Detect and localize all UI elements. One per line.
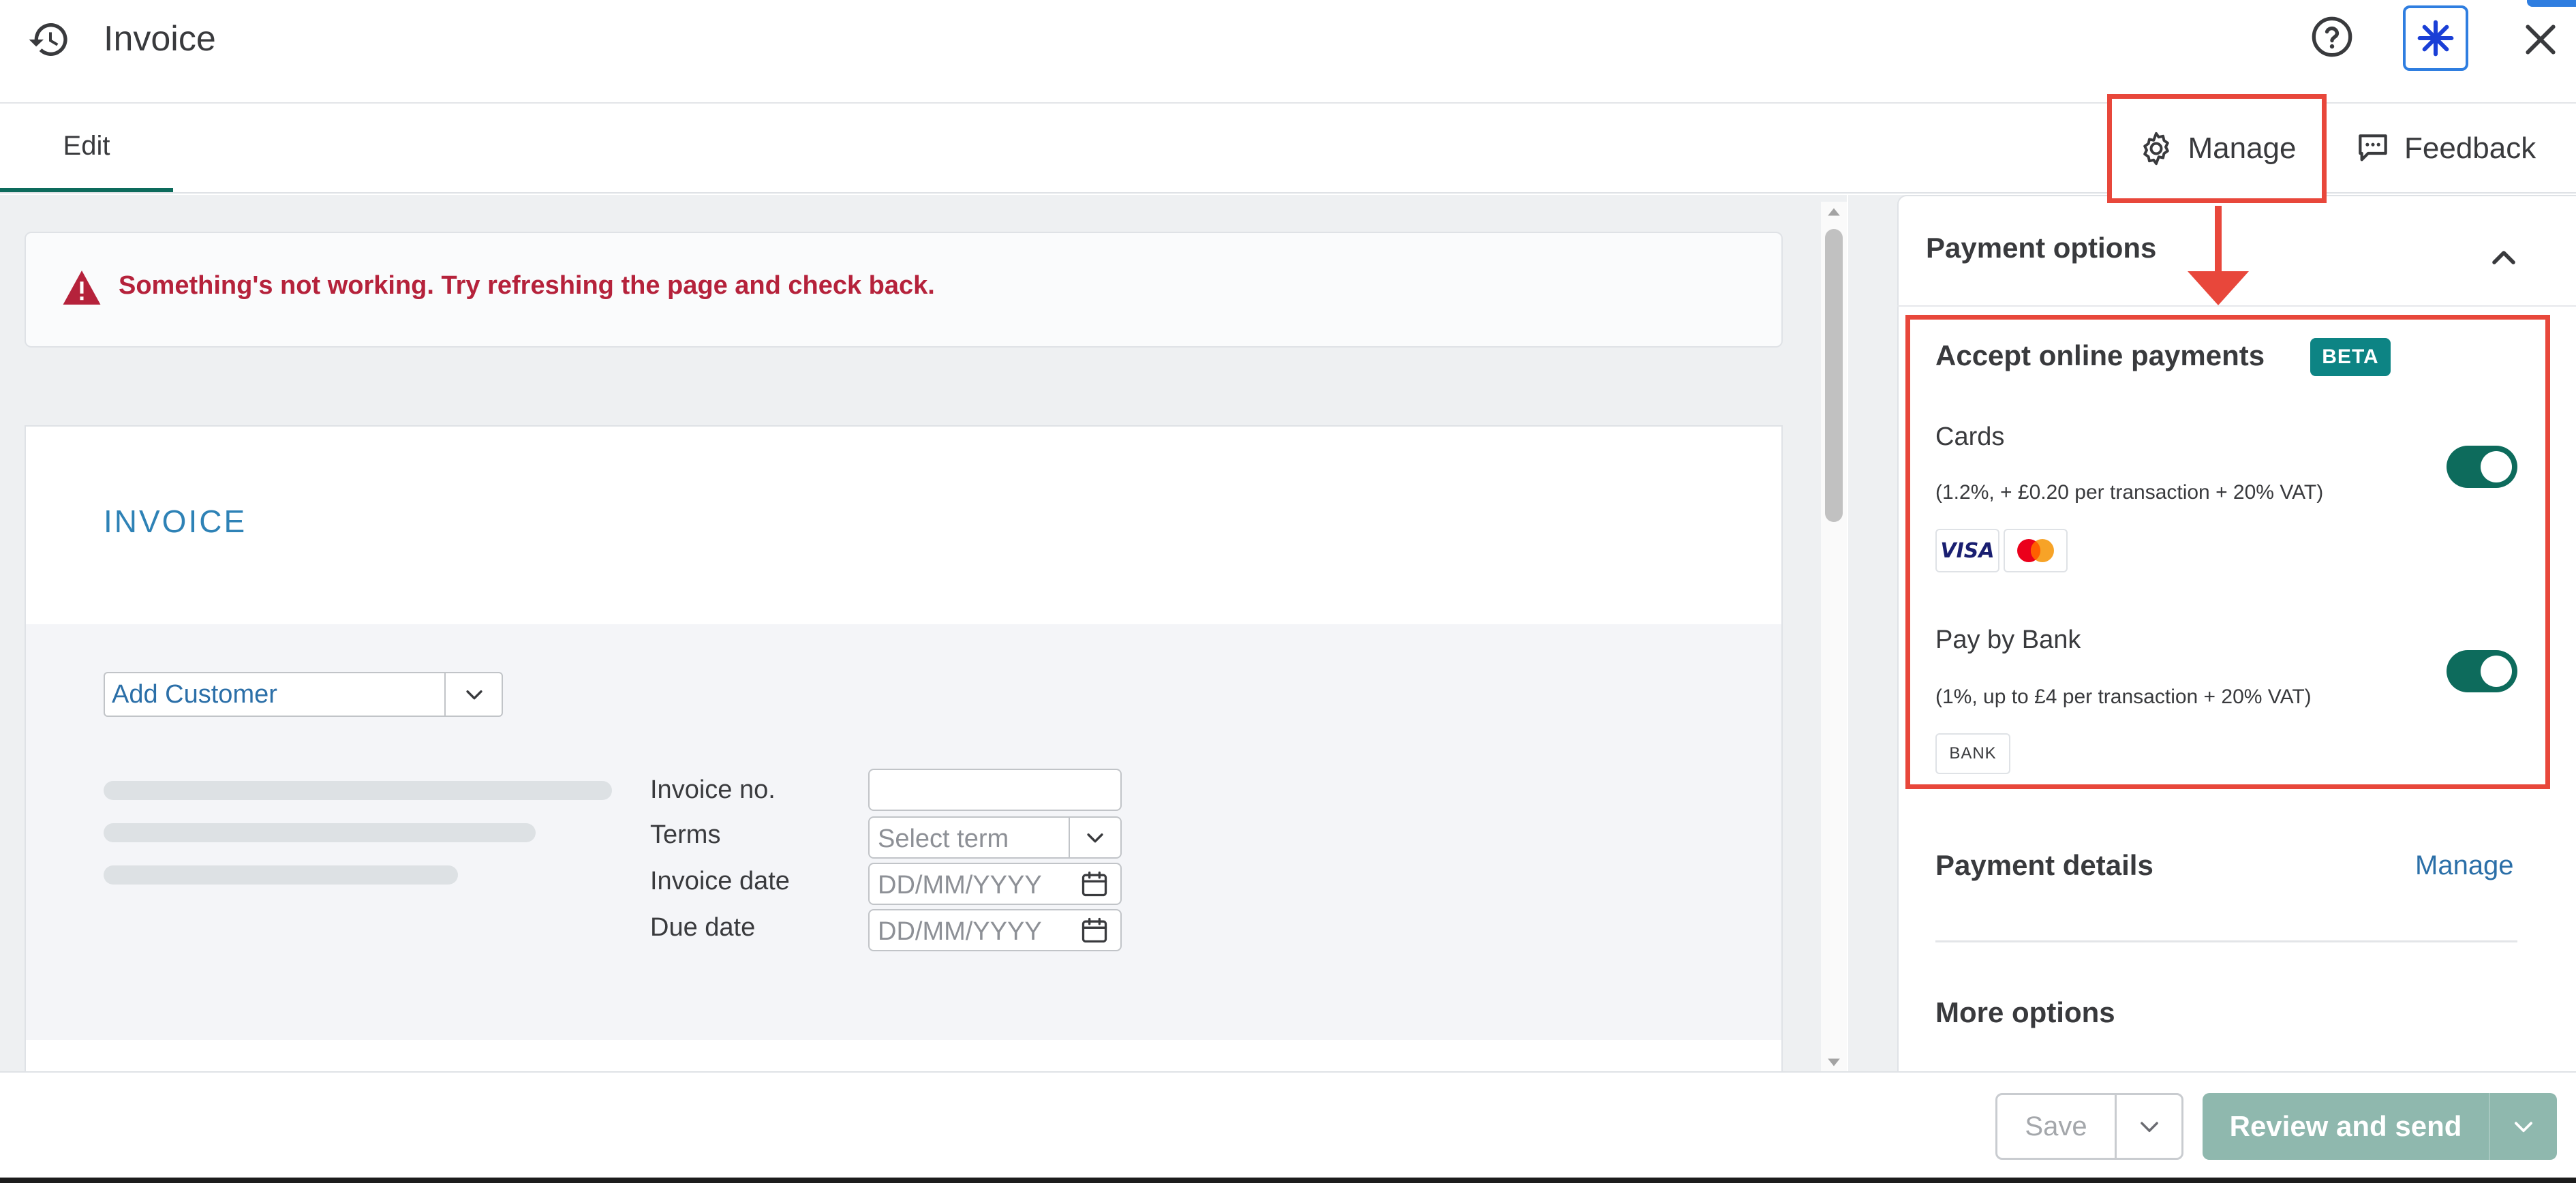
assistant-button[interactable] <box>2403 5 2468 71</box>
feedback-button[interactable]: Feedback <box>2354 121 2536 176</box>
review-and-send-button-group: Review and send <box>2203 1093 2557 1160</box>
visa-logo-text: VISA <box>1940 538 1995 563</box>
save-button-group: Save <box>1995 1093 2183 1160</box>
pay-by-bank-toggle[interactable] <box>2447 650 2517 692</box>
scroll-up-icon[interactable] <box>1826 204 1841 219</box>
due-date-input[interactable]: DD/MM/YYYY <box>868 909 1122 951</box>
annotation-arrow <box>2188 206 2249 305</box>
invoice-title: INVOICE <box>104 504 247 539</box>
mastercard-logo <box>2004 529 2068 572</box>
loading-placeholder <box>104 781 612 800</box>
footer-bar <box>0 1071 2576 1183</box>
highlight-box <box>1905 315 2550 789</box>
sparkle-icon <box>2417 20 2454 57</box>
window-bottom-edge <box>0 1178 2576 1183</box>
chevron-up-icon[interactable] <box>2485 239 2523 277</box>
customer-dropdown-toggle[interactable] <box>444 673 503 716</box>
scrollbar-thumb[interactable] <box>1825 229 1843 522</box>
calendar-icon <box>1082 917 1107 943</box>
pay-by-bank-fee-description: (1%, up to £4 per transaction + 20% VAT) <box>1935 686 2312 708</box>
warning-icon <box>63 271 101 305</box>
payment-details-title: Payment details <box>1935 849 2153 881</box>
invoice-header: INVOICE <box>26 427 1781 624</box>
history-icon[interactable] <box>27 18 71 61</box>
terms-select[interactable]: Select term <box>868 816 1122 859</box>
invoice-date-picker[interactable] <box>1069 864 1120 904</box>
manage-label: Manage <box>2188 132 2297 165</box>
invoice-date-label: Invoice date <box>650 867 790 895</box>
page-title: Invoice <box>104 19 216 59</box>
customer-select[interactable]: Add Customer <box>104 672 503 717</box>
payment-details-manage-link[interactable]: Manage <box>2415 850 2514 881</box>
bank-logo: BANK <box>1935 733 2010 774</box>
cards-label: Cards <box>1935 422 2005 451</box>
chevron-down-icon <box>2515 1122 2532 1133</box>
chevron-down-icon <box>466 690 482 700</box>
invoice-body: Add Customer Invoice no. Terms Select te… <box>26 624 1781 1040</box>
cards-toggle[interactable] <box>2447 446 2517 488</box>
due-date-picker[interactable] <box>1069 910 1120 950</box>
chevron-down-icon <box>1087 833 1103 843</box>
payment-options-title: Payment options <box>1926 232 2157 264</box>
invoice-date-input[interactable]: DD/MM/YYYY <box>868 863 1122 905</box>
accept-online-payments-title: Accept online payments <box>1935 339 2265 371</box>
save-options-button[interactable] <box>2115 1095 2181 1158</box>
invoice-no-label: Invoice no. <box>650 775 776 804</box>
feedback-label: Feedback <box>2404 132 2536 165</box>
feedback-icon <box>2359 134 2387 162</box>
visa-logo: VISA <box>1935 529 1999 572</box>
top-bar: Invoice <box>0 0 2576 104</box>
terms-placeholder: Select term <box>878 825 1009 853</box>
due-date-placeholder: DD/MM/YYYY <box>878 917 1042 946</box>
alert-message: Something's not working. Try refreshing … <box>119 271 935 300</box>
review-options-button[interactable] <box>2489 1093 2557 1160</box>
review-and-send-button[interactable]: Review and send <box>2203 1093 2489 1160</box>
customer-select-value: Add Customer <box>112 680 277 709</box>
invoice-form: INVOICE Add Customer Invoice no. Terms S… <box>25 425 1783 1081</box>
window-accent <box>2527 0 2576 7</box>
terms-label: Terms <box>650 820 721 849</box>
cards-fee-description: (1.2%, + £0.20 per transaction + 20% VAT… <box>1935 481 2324 504</box>
close-icon[interactable] <box>2519 18 2562 61</box>
terms-dropdown-toggle[interactable] <box>1069 818 1120 857</box>
due-date-label: Due date <box>650 913 756 942</box>
help-icon[interactable] <box>2310 15 2354 59</box>
gear-icon <box>2143 132 2170 166</box>
manage-button[interactable]: Manage <box>2107 94 2327 203</box>
chevron-down-icon <box>2140 1122 2158 1133</box>
calendar-icon <box>1082 871 1107 897</box>
scroll-down-icon[interactable] <box>1826 1055 1841 1070</box>
pay-by-bank-label: Pay by Bank <box>1935 626 2081 654</box>
save-button[interactable]: Save <box>1997 1095 2115 1158</box>
beta-badge: BETA <box>2310 338 2391 376</box>
tab-edit[interactable]: Edit <box>0 104 173 192</box>
invoice-no-input[interactable] <box>868 769 1122 811</box>
error-alert: Something's not working. Try refreshing … <box>25 232 1783 348</box>
divider <box>1935 940 2517 942</box>
loading-placeholder <box>104 823 536 842</box>
more-options-title[interactable]: More options <box>1935 996 2115 1029</box>
invoice-date-placeholder: DD/MM/YYYY <box>878 871 1042 900</box>
loading-placeholder <box>104 865 458 885</box>
